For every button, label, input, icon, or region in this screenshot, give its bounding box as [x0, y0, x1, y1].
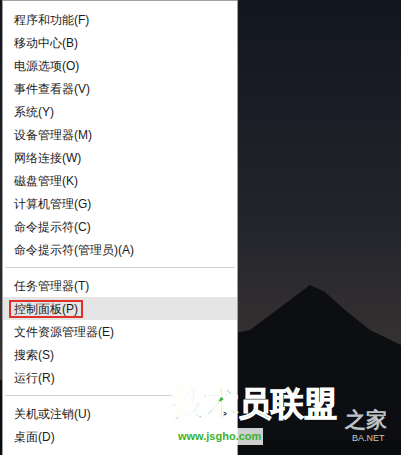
- menu-item[interactable]: 磁盘管理(K): [3, 169, 237, 192]
- menu-item-annotation: 搜索(S): [9, 346, 59, 364]
- menu-item-label: 计算机管理(G): [9, 195, 96, 213]
- menu-item[interactable]: 计算机管理(G): [3, 192, 237, 215]
- menu-separator: [3, 261, 237, 274]
- menu-item-label: 移动中心(B): [9, 34, 83, 52]
- menu-item-annotation: 计算机管理(G): [9, 195, 96, 213]
- menu-item[interactable]: 系统(Y): [3, 100, 237, 123]
- menu-item-label: 磁盘管理(K): [9, 172, 83, 190]
- menu-item-label: 运行(R): [9, 369, 60, 387]
- watermark-domain: BA.NET: [352, 432, 385, 446]
- watermark-back: 之家: [345, 404, 387, 436]
- menu-item-annotation: 网络连接(W): [9, 149, 86, 167]
- menu-item[interactable]: 设备管理器(M): [3, 123, 237, 146]
- menu-item-label: 电源选项(O): [9, 57, 84, 75]
- menu-item[interactable]: 控制面板(P): [3, 297, 237, 320]
- menu-item[interactable]: 移动中心(B): [3, 31, 237, 54]
- menu-item-annotation: 程序和功能(F): [9, 11, 94, 29]
- menu-item-label: 程序和功能(F): [9, 11, 94, 29]
- menu-item-annotation: 桌面(D): [9, 428, 60, 446]
- menu-item-annotation: 磁盘管理(K): [9, 172, 83, 190]
- menu-item-label: 搜索(S): [9, 346, 59, 364]
- menu-item-annotation: 运行(R): [9, 369, 60, 387]
- menu-item-annotation: 事件查看器(V): [9, 80, 95, 98]
- menu-item-label: 设备管理器(M): [9, 126, 97, 144]
- menu-item-label: 控制面板(P): [9, 300, 83, 318]
- menu-item-label: 文件资源管理器(E): [9, 323, 119, 341]
- menu-item-annotation: 命令提示符(C): [9, 218, 96, 236]
- menu-item-annotation: 命令提示符(管理员)(A): [9, 241, 139, 259]
- menu-item[interactable]: 搜索(S): [3, 343, 237, 366]
- menu-item-label: 网络连接(W): [9, 149, 86, 167]
- menu-item[interactable]: 事件查看器(V): [3, 77, 237, 100]
- menu-item-label: 命令提示符(管理员)(A): [9, 241, 139, 259]
- menu-item-annotation: 控制面板(P): [9, 300, 83, 318]
- menu-item[interactable]: 程序和功能(F): [3, 8, 237, 31]
- menu-item[interactable]: 命令提示符(C): [3, 215, 237, 238]
- menu-item-annotation: 关机或注销(U): [9, 405, 96, 423]
- menu-item[interactable]: 任务管理器(T): [3, 274, 237, 297]
- menu-item-annotation: 文件资源管理器(E): [9, 323, 119, 341]
- menu-item-label: 桌面(D): [9, 428, 60, 446]
- separator-line: [5, 267, 235, 268]
- menu-item-label: 事件查看器(V): [9, 80, 95, 98]
- menu-item-label: 关机或注销(U): [9, 405, 96, 423]
- menu-item-annotation: 设备管理器(M): [9, 126, 97, 144]
- menu-item-label: 任务管理器(T): [9, 277, 94, 295]
- menu-item-annotation: 任务管理器(T): [9, 277, 94, 295]
- watermark-title: 技术员联盟: [172, 384, 337, 424]
- menu-item-annotation: 移动中心(B): [9, 34, 83, 52]
- menu-item-annotation: 系统(Y): [9, 103, 59, 121]
- menu-item[interactable]: 电源选项(O): [3, 54, 237, 77]
- menu-item[interactable]: 文件资源管理器(E): [3, 320, 237, 343]
- menu-item-annotation: 电源选项(O): [9, 57, 84, 75]
- watermark-url: www.jsgho.com: [176, 428, 263, 445]
- desktop: 程序和功能(F) 移动中心(B) 电源选项(O) 事件查看器(V) 系统(Y) 设备管理器…: [0, 0, 401, 455]
- menu-item-label: 命令提示符(C): [9, 218, 96, 236]
- menu-item-label: 系统(Y): [9, 103, 59, 121]
- menu-item[interactable]: 网络连接(W): [3, 146, 237, 169]
- menu-item[interactable]: 命令提示符(管理员)(A): [3, 238, 237, 261]
